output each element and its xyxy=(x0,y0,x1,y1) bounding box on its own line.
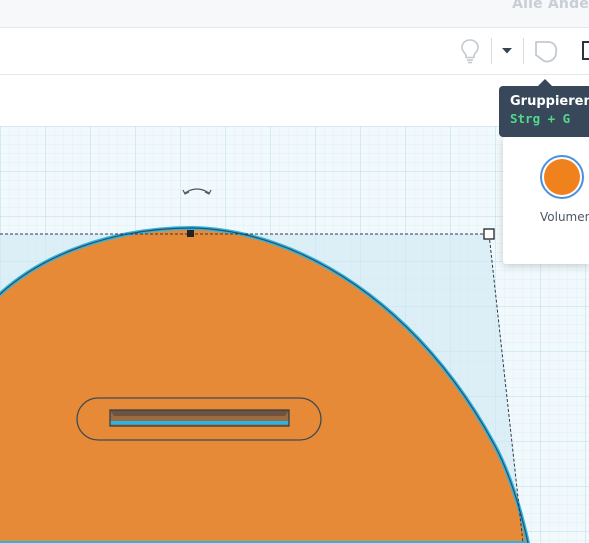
color-fill xyxy=(544,159,580,195)
save-status-text: Alle Ände xyxy=(512,0,589,12)
slot-hole[interactable] xyxy=(76,397,322,441)
group-tooltip: Gruppieren Strg + G xyxy=(499,79,589,137)
top-header-bar: Alle Ände xyxy=(0,0,589,28)
toolbar-divider xyxy=(523,38,524,64)
ungroup-icon[interactable] xyxy=(578,36,589,66)
tooltip-title: Gruppieren xyxy=(510,94,589,109)
chevron-down-icon[interactable] xyxy=(493,36,521,66)
editor-toolbar xyxy=(0,28,589,75)
lightbulb-icon[interactable] xyxy=(455,36,485,66)
tooltip-shortcut: Strg + G xyxy=(510,111,571,126)
toolbar-divider xyxy=(491,38,492,64)
workplane-canvas[interactable] xyxy=(0,126,589,543)
height-handle[interactable] xyxy=(187,230,194,237)
group-shape-icon[interactable] xyxy=(531,36,561,66)
solid-mode-label: Volumen xyxy=(540,210,589,224)
shape-inspector-panel: Volumen xyxy=(503,137,589,264)
corner-resize-handle[interactable] xyxy=(483,228,495,240)
solid-color-swatch[interactable] xyxy=(540,155,584,199)
